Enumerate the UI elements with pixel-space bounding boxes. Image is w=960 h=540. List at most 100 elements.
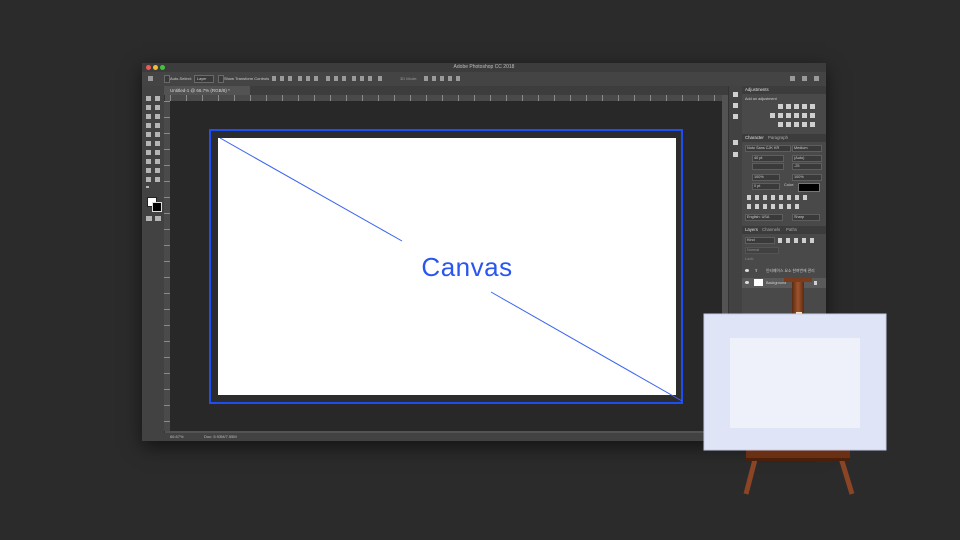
layer-filter-dropdown[interactable]: Kind bbox=[745, 237, 775, 244]
opentype-stylistic-icon[interactable] bbox=[771, 204, 775, 209]
search-icon[interactable] bbox=[790, 76, 795, 81]
subscript-icon[interactable] bbox=[787, 195, 791, 200]
levels-adjustment-icon[interactable] bbox=[786, 104, 791, 109]
black-white-icon[interactable] bbox=[786, 113, 791, 118]
hue-adjustment-icon[interactable] bbox=[770, 113, 775, 118]
pen-tool-icon[interactable] bbox=[146, 159, 151, 164]
distribute-middle-icon[interactable] bbox=[334, 76, 338, 81]
properties-panel-icon[interactable] bbox=[733, 114, 738, 119]
roll-3d-icon[interactable] bbox=[432, 76, 436, 81]
actions-panel-icon[interactable] bbox=[733, 103, 738, 108]
underline-icon[interactable] bbox=[795, 195, 799, 200]
curves-adjustment-icon[interactable] bbox=[794, 104, 799, 109]
language-dropdown[interactable]: English: USA bbox=[745, 214, 783, 221]
layer-row-text[interactable]: T 인터페이스 요소 한꺼번에 관리 bbox=[742, 266, 826, 276]
move-tool-icon[interactable] bbox=[146, 96, 151, 101]
screen-mode-icon[interactable] bbox=[155, 216, 161, 221]
threshold-icon[interactable] bbox=[794, 122, 799, 127]
channel-mixer-icon[interactable] bbox=[802, 113, 807, 118]
gradient-map-icon[interactable] bbox=[802, 122, 807, 127]
strikethrough-icon[interactable] bbox=[803, 195, 807, 200]
more-tools-icon[interactable] bbox=[146, 186, 149, 188]
auto-align-icon[interactable] bbox=[378, 76, 382, 81]
brush-tool-icon[interactable] bbox=[155, 123, 160, 128]
filter-type-icon[interactable] bbox=[794, 238, 798, 243]
vibrance-adjustment-icon[interactable] bbox=[810, 104, 815, 109]
opentype-old-style-icon[interactable] bbox=[755, 204, 759, 209]
eyedropper-tool-icon[interactable] bbox=[155, 114, 160, 119]
quick-select-tool-icon[interactable] bbox=[155, 105, 160, 110]
background-color-swatch[interactable] bbox=[152, 202, 162, 212]
posterize-icon[interactable] bbox=[786, 122, 791, 127]
filter-pixel-icon[interactable] bbox=[778, 238, 782, 243]
clone-stamp-icon[interactable] bbox=[146, 132, 151, 137]
scale-3d-icon[interactable] bbox=[456, 76, 460, 81]
faux-italic-icon[interactable] bbox=[755, 195, 759, 200]
antialias-dropdown[interactable]: Sharp bbox=[792, 214, 820, 221]
font-family-dropdown[interactable]: Noto Sans CJK KR bbox=[745, 145, 791, 152]
quick-mask-icon[interactable] bbox=[146, 216, 152, 221]
eraser-tool-icon[interactable] bbox=[146, 141, 151, 146]
gradient-tool-icon[interactable] bbox=[155, 141, 160, 146]
adjustments-title[interactable]: Adjustments bbox=[745, 86, 769, 94]
document-tab[interactable]: Untitled-1 @ 66.7% (RGB/8) * bbox=[164, 86, 250, 95]
brightness-adjustment-icon[interactable] bbox=[778, 104, 783, 109]
align-right-icon[interactable] bbox=[314, 76, 318, 81]
exposure-adjustment-icon[interactable] bbox=[802, 104, 807, 109]
opentype-swash-icon[interactable] bbox=[763, 204, 767, 209]
baseline-field[interactable]: 0 pt bbox=[752, 183, 780, 190]
filter-smart-object-icon[interactable] bbox=[810, 238, 814, 243]
align-middle-icon[interactable] bbox=[280, 76, 284, 81]
color-lookup-icon[interactable] bbox=[810, 113, 815, 118]
small-caps-icon[interactable] bbox=[771, 195, 775, 200]
photo-filter-icon[interactable] bbox=[794, 113, 799, 118]
tab-layers[interactable]: Layers bbox=[745, 226, 758, 234]
text-color-swatch[interactable] bbox=[798, 183, 820, 192]
character-panel-icon[interactable] bbox=[733, 140, 738, 145]
tab-paths[interactable]: Paths bbox=[786, 226, 797, 234]
font-style-dropdown[interactable]: Medium bbox=[792, 145, 822, 152]
path-select-icon[interactable] bbox=[146, 168, 151, 173]
horizontal-scale-field[interactable]: 100% bbox=[792, 174, 822, 181]
history-panel-icon[interactable] bbox=[733, 92, 738, 97]
share-icon[interactable] bbox=[814, 76, 819, 81]
align-bottom-icon[interactable] bbox=[288, 76, 292, 81]
distribute-top-icon[interactable] bbox=[326, 76, 330, 81]
zoom-level[interactable]: 66.67% bbox=[170, 433, 184, 441]
crop-tool-icon[interactable] bbox=[146, 114, 151, 119]
opentype-ligature-icon[interactable] bbox=[747, 204, 751, 209]
all-caps-icon[interactable] bbox=[763, 195, 767, 200]
marquee-tool-icon[interactable] bbox=[155, 96, 160, 101]
type-tool-icon[interactable] bbox=[155, 159, 160, 164]
invert-icon[interactable] bbox=[778, 122, 783, 127]
shape-tool-icon[interactable] bbox=[155, 168, 160, 173]
healing-brush-icon[interactable] bbox=[146, 123, 151, 128]
hand-tool-icon[interactable] bbox=[146, 177, 151, 182]
distribute-left-icon[interactable] bbox=[352, 76, 356, 81]
lasso-tool-icon[interactable] bbox=[146, 105, 151, 110]
orbit-3d-icon[interactable] bbox=[424, 76, 428, 81]
move-tool-icon[interactable] bbox=[148, 76, 153, 81]
color-balance-icon[interactable] bbox=[778, 113, 783, 118]
opentype-ordinals-icon[interactable] bbox=[787, 204, 791, 209]
align-top-icon[interactable] bbox=[272, 76, 276, 81]
distribute-right-icon[interactable] bbox=[368, 76, 372, 81]
leading-field[interactable]: (Auto) bbox=[792, 155, 822, 162]
paragraph-panel-icon[interactable] bbox=[733, 152, 738, 157]
opentype-fractions-icon[interactable] bbox=[795, 204, 799, 209]
filter-adjustment-icon[interactable] bbox=[786, 238, 790, 243]
faux-bold-icon[interactable] bbox=[747, 195, 751, 200]
align-center-icon[interactable] bbox=[306, 76, 310, 81]
selective-color-icon[interactable] bbox=[810, 122, 815, 127]
filter-shape-icon[interactable] bbox=[802, 238, 806, 243]
doc-info[interactable]: Doc: 5.93M/7.55M bbox=[204, 433, 237, 441]
auto-select-dropdown[interactable]: Layer bbox=[194, 75, 214, 83]
zoom-tool-icon[interactable] bbox=[155, 177, 160, 182]
tab-character[interactable]: Character bbox=[745, 134, 764, 142]
font-size-field[interactable]: 40 pt bbox=[752, 155, 784, 162]
distribute-center-icon[interactable] bbox=[360, 76, 364, 81]
blend-mode-dropdown[interactable]: Normal bbox=[745, 247, 779, 254]
visibility-eye-icon[interactable] bbox=[745, 269, 749, 272]
opentype-titling-icon[interactable] bbox=[779, 204, 783, 209]
slide-3d-icon[interactable] bbox=[448, 76, 452, 81]
